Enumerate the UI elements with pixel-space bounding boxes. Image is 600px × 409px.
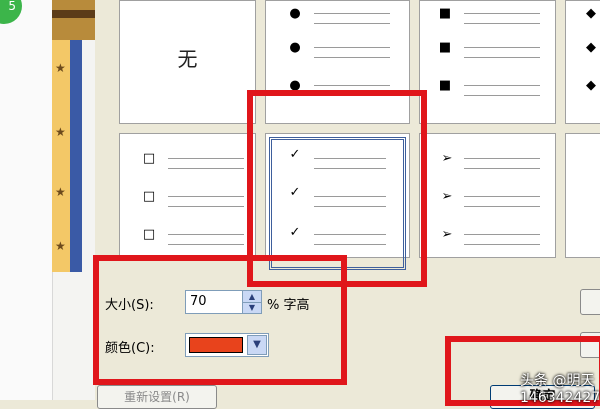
- bullet-line: [168, 206, 244, 207]
- bullet-line: [314, 85, 390, 86]
- bullet-line: [168, 168, 244, 169]
- slide-decoration-band: [52, 10, 95, 18]
- bullet-line: [464, 57, 540, 58]
- bullet-option-blank[interactable]: [565, 133, 600, 258]
- arrowhead-icon: ➢: [441, 227, 453, 242]
- arrowhead-icon: ➢: [441, 189, 453, 204]
- star-icon: ★: [55, 185, 66, 199]
- bullet-line: [464, 196, 540, 197]
- bullet-line: [464, 95, 540, 96]
- filled-diamond-icon: ◆: [586, 6, 596, 21]
- bullet-line: [314, 47, 390, 48]
- bullet-line: [314, 23, 390, 24]
- bullet-line: [464, 206, 540, 207]
- bullet-line: [464, 234, 540, 235]
- page-edge: [0, 0, 53, 400]
- bullet-line: [168, 244, 244, 245]
- filled-square-icon: ■: [438, 6, 452, 21]
- bullet-option-filled-square[interactable]: ■ ■ ■: [419, 0, 556, 124]
- filled-circle-icon: ●: [289, 40, 301, 55]
- bullet-option-none[interactable]: 无: [119, 0, 256, 124]
- bullets-dialog: 无 ● ● ● ■ ■ ■ ◆ ◆ ◆ □ □ □ ✓ ✓ ✓ ➢ ➢ ➢ 大小…: [93, 0, 600, 409]
- bullet-option-hollow-square[interactable]: □ □ □: [119, 133, 256, 258]
- filled-square-icon: ■: [438, 78, 452, 93]
- star-icon: ★: [55, 61, 66, 75]
- bullet-option-arrowhead[interactable]: ➢ ➢ ➢: [419, 133, 556, 258]
- bullet-line: [464, 158, 540, 159]
- none-label: 无: [177, 47, 198, 71]
- bullet-line: [314, 57, 390, 58]
- reset-button[interactable]: 重新设置(R): [97, 385, 217, 409]
- bullet-line: [464, 23, 540, 24]
- bullet-option-filled-diamond[interactable]: ◆ ◆ ◆: [565, 0, 600, 124]
- bullet-line: [464, 13, 540, 14]
- bullet-line: [464, 47, 540, 48]
- filled-diamond-icon: ◆: [586, 78, 596, 93]
- hollow-square-icon: □: [142, 227, 156, 242]
- bullet-line: [168, 196, 244, 197]
- hollow-square-icon: □: [142, 189, 156, 204]
- filled-square-icon: ■: [438, 40, 452, 55]
- bullet-line: [464, 85, 540, 86]
- star-icon: ★: [55, 125, 66, 139]
- highlight-box-size-color: [93, 255, 347, 385]
- slide-decoration-top: [52, 0, 95, 40]
- filled-diamond-icon: ◆: [586, 40, 596, 55]
- side-button[interactable]: [580, 289, 600, 315]
- background-slide-strip: ★ ★ ★ ★ 5: [0, 0, 95, 400]
- bullet-line: [314, 13, 390, 14]
- bullet-line: [168, 158, 244, 159]
- hollow-square-icon: □: [142, 151, 156, 166]
- watermark-text: 头条 @明天146342427: [520, 373, 600, 406]
- bullet-line: [464, 168, 540, 169]
- star-icon: ★: [55, 239, 66, 253]
- arrowhead-icon: ➢: [441, 151, 453, 166]
- bullet-line: [464, 244, 540, 245]
- filled-circle-icon: ●: [289, 6, 301, 21]
- bullet-line: [168, 234, 244, 235]
- slide-blue-band: [70, 40, 82, 272]
